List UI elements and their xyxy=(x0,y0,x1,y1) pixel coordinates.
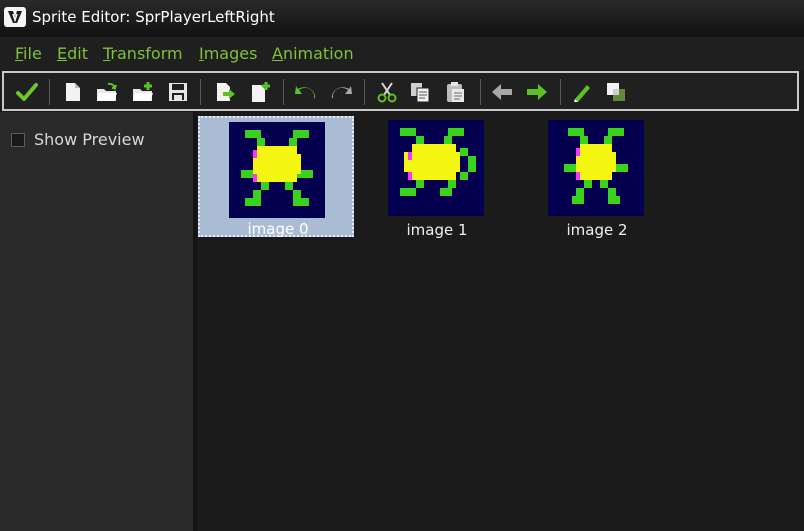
new-sprite-icon[interactable] xyxy=(62,81,84,103)
open-sprite-icon[interactable] xyxy=(96,81,118,103)
sprite-thumbnail xyxy=(388,120,484,216)
image-label: image 2 xyxy=(566,221,628,239)
sprite-thumbnail xyxy=(229,122,325,218)
add-from-file-icon[interactable] xyxy=(132,81,154,103)
toolbar-separator xyxy=(283,79,284,105)
cut-icon[interactable] xyxy=(376,81,398,103)
title-bar: Sprite Editor: SprPlayerLeftRight xyxy=(0,0,804,37)
menu-animation[interactable]: Animation xyxy=(272,44,354,63)
image-tile-0[interactable]: image 0 xyxy=(198,116,354,238)
undo-icon[interactable] xyxy=(294,81,316,103)
image-gallery: image 0 image 1 image 2 xyxy=(197,112,804,531)
shift-left-icon[interactable] xyxy=(491,81,513,103)
toolbar-separator xyxy=(480,79,481,105)
menu-edit[interactable]: Edit xyxy=(57,44,88,63)
image-tile-1[interactable]: image 1 xyxy=(359,116,515,239)
toolbar-separator xyxy=(364,79,365,105)
confirm-check-icon[interactable] xyxy=(16,81,38,103)
show-preview-label[interactable]: Show Preview xyxy=(34,130,145,149)
toolbar-separator xyxy=(560,79,561,105)
toolbar xyxy=(2,71,799,111)
shift-right-icon[interactable] xyxy=(526,81,548,103)
copy-icon[interactable] xyxy=(409,81,431,103)
window-title: Sprite Editor: SprPlayerLeftRight xyxy=(32,8,275,26)
toolbar-separator xyxy=(200,79,201,105)
left-panel: Show Preview xyxy=(0,112,195,531)
image-label: image 0 xyxy=(247,220,309,238)
image-tile-2[interactable]: image 2 xyxy=(519,116,675,239)
redo-icon[interactable] xyxy=(331,81,353,103)
menu-bar: File Edit Transform Images Animation xyxy=(0,37,804,70)
gamemaker-icon xyxy=(4,7,26,27)
show-preview-checkbox[interactable] xyxy=(11,133,25,147)
transparency-icon[interactable] xyxy=(605,81,627,103)
menu-file[interactable]: File xyxy=(15,44,42,63)
insert-empty-image-icon[interactable] xyxy=(214,81,236,103)
menu-images[interactable]: Images xyxy=(199,44,257,63)
edit-image-icon[interactable] xyxy=(571,81,593,103)
save-sprite-icon[interactable] xyxy=(167,81,189,103)
image-label: image 1 xyxy=(406,221,468,239)
sprite-thumbnail xyxy=(548,120,644,216)
add-empty-image-icon[interactable] xyxy=(249,81,271,103)
menu-transform[interactable]: Transform xyxy=(103,44,183,63)
paste-icon[interactable] xyxy=(445,81,467,103)
toolbar-separator xyxy=(49,79,50,105)
